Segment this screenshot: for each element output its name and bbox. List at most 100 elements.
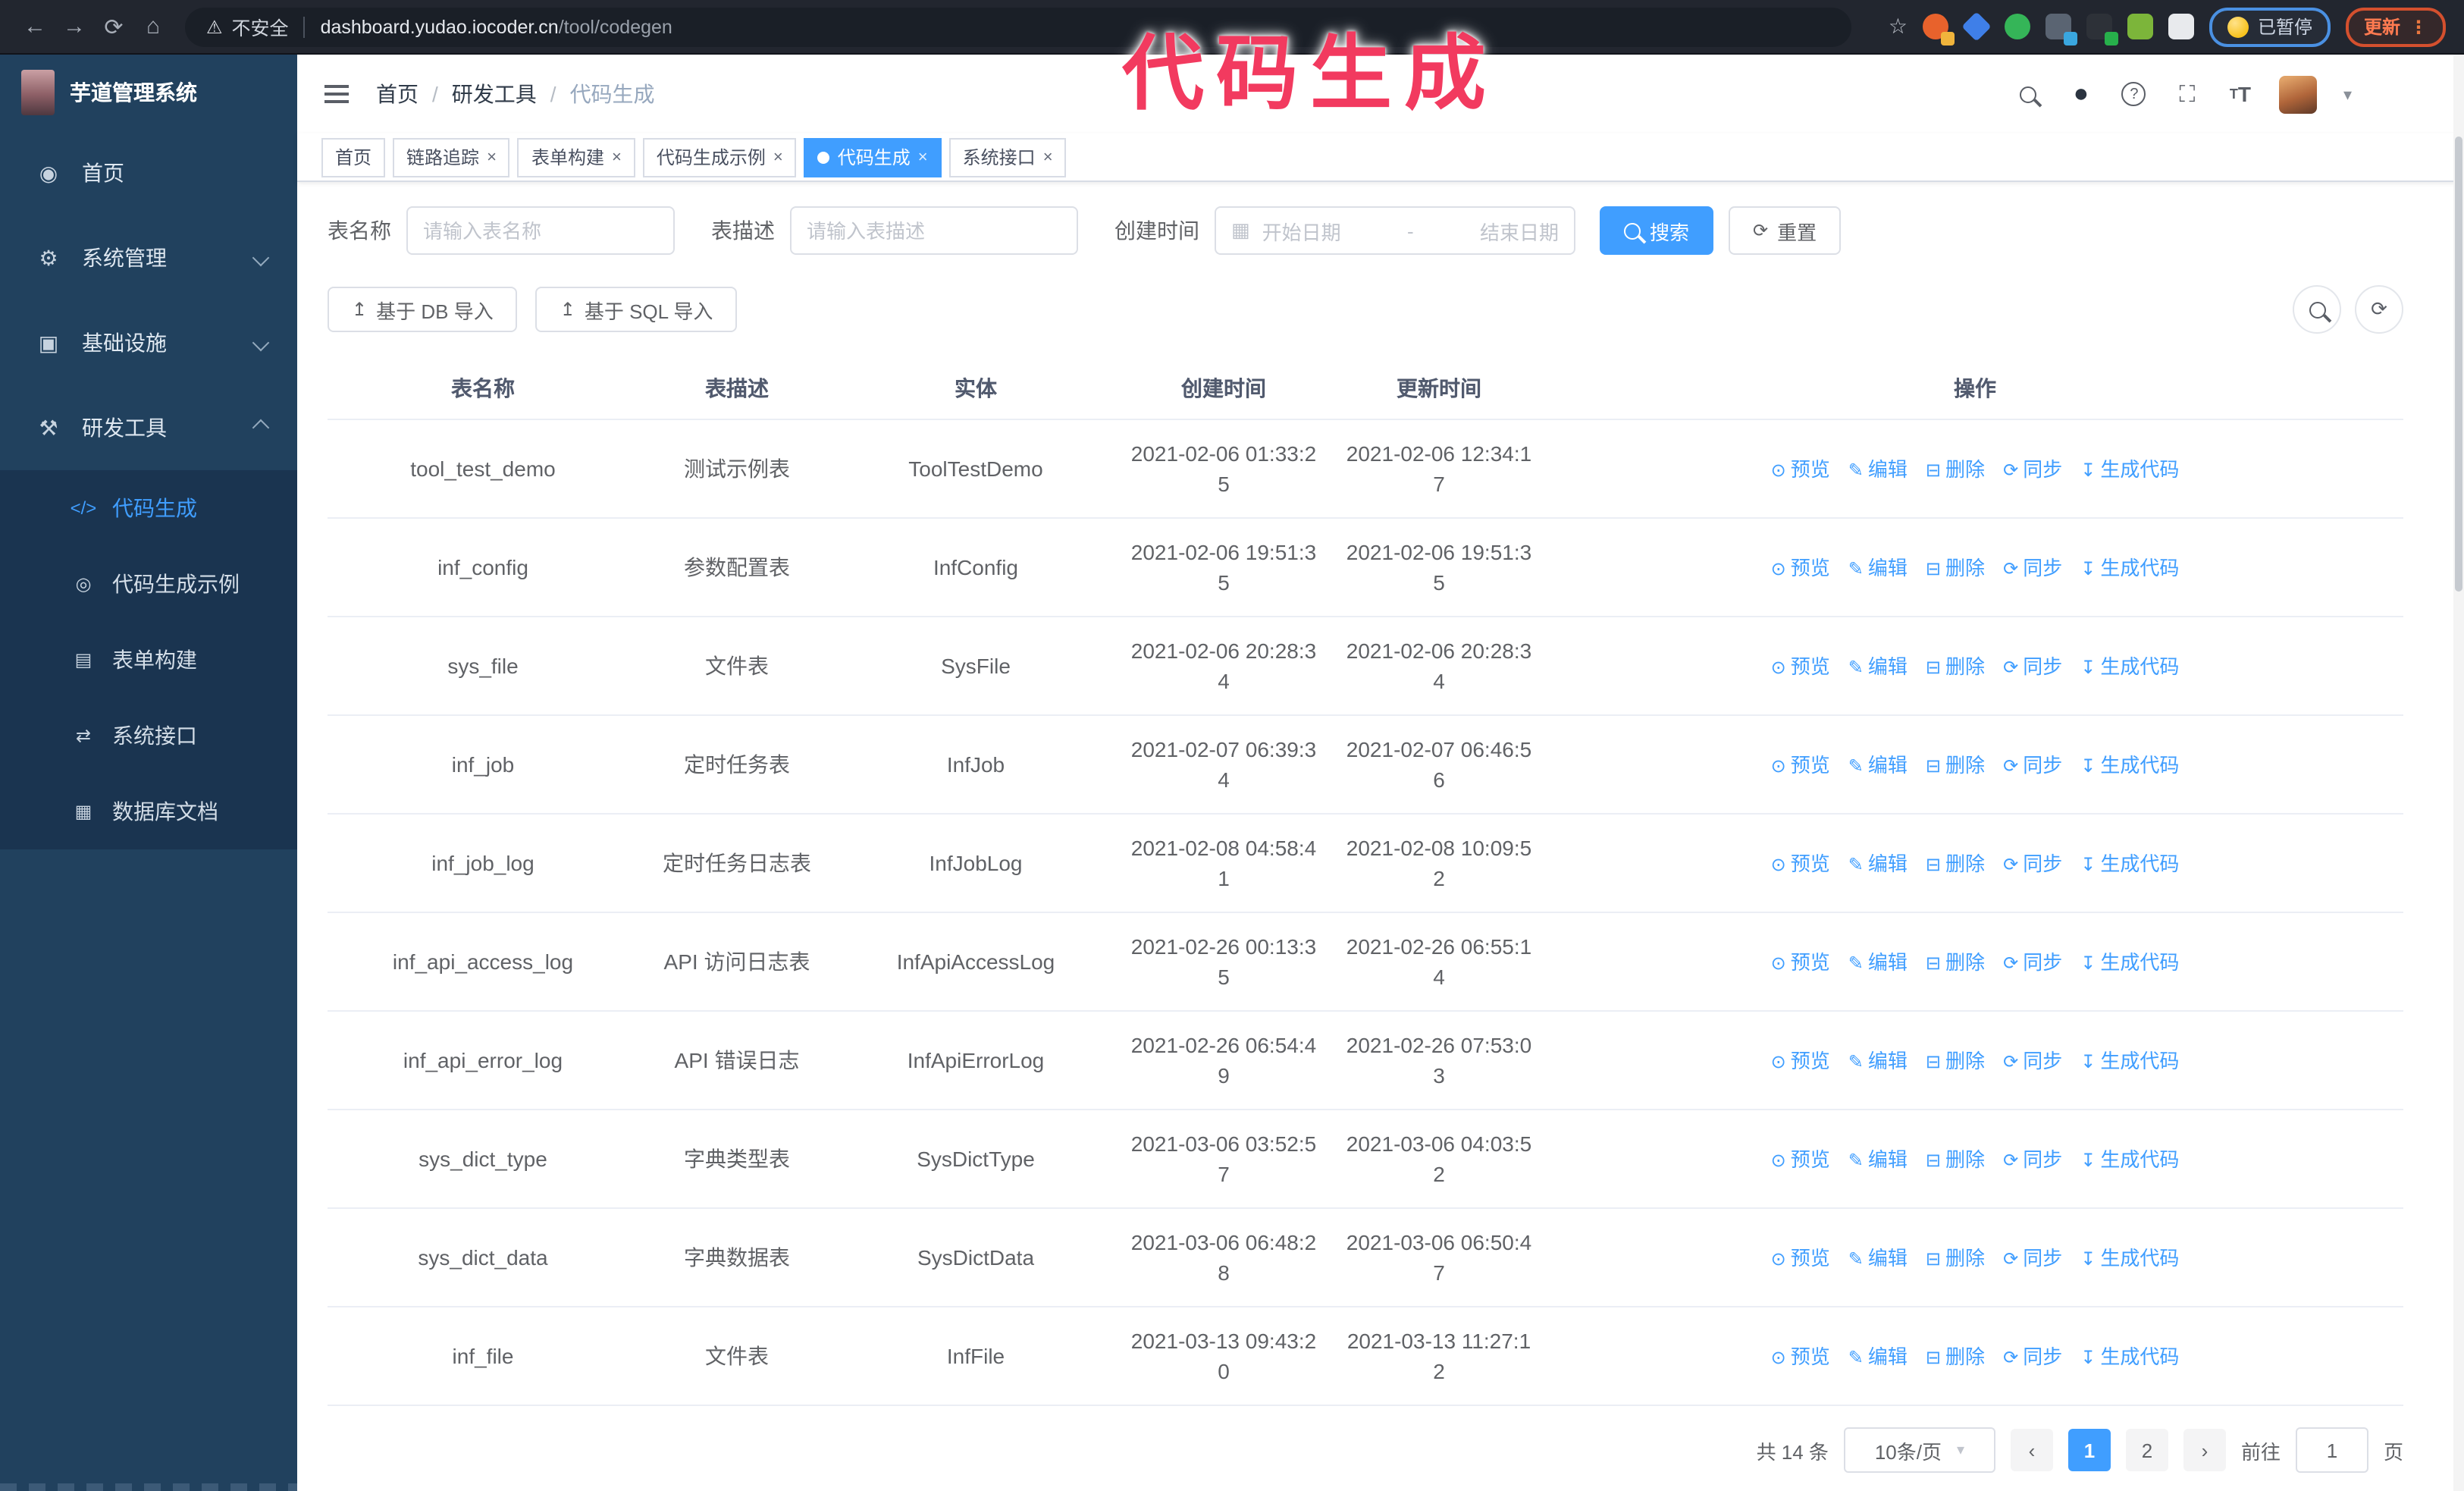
生成代码-action-link[interactable]: ↧ 生成代码 <box>2080 849 2179 879</box>
close-icon[interactable]: × <box>487 148 497 166</box>
sidebar-item-codegen[interactable]: </> 代码生成 <box>0 470 297 546</box>
删除-action-link[interactable]: ⊟ 删除 <box>1926 1144 1985 1175</box>
hamburger-icon[interactable] <box>324 85 349 103</box>
预览-action-link[interactable]: ⊙ 预览 <box>1771 1046 1830 1076</box>
预览-action-link[interactable]: ⊙ 预览 <box>1771 1144 1830 1175</box>
生成代码-action-link[interactable]: ↧ 生成代码 <box>2080 1243 2179 1273</box>
extension-green-key-icon[interactable] <box>2127 14 2153 39</box>
删除-action-link[interactable]: ⊟ 删除 <box>1926 1046 1985 1076</box>
生成代码-action-link[interactable]: ↧ 生成代码 <box>2080 1144 2179 1175</box>
预览-action-link[interactable]: ⊙ 预览 <box>1771 651 1830 682</box>
删除-action-link[interactable]: ⊟ 删除 <box>1926 947 1985 978</box>
search-button[interactable]: 搜索 <box>1600 206 1714 255</box>
horizontal-scrollbar[interactable] <box>0 1483 297 1491</box>
extension-green-check-icon[interactable] <box>2004 14 2030 39</box>
import-db-button[interactable]: ↥ 基于 DB 导入 <box>328 287 518 332</box>
同步-action-link[interactable]: ⟳ 同步 <box>2003 947 2062 978</box>
同步-action-link[interactable]: ⟳ 同步 <box>2003 1243 2062 1273</box>
reset-button[interactable]: ⟳ 重置 <box>1729 206 1842 255</box>
生成代码-action-link[interactable]: ↧ 生成代码 <box>2080 1046 2179 1076</box>
address-bar[interactable]: ⚠ 不安全 dashboard.yudao.iocoder.cn /tool/c… <box>185 7 1852 46</box>
预览-action-link[interactable]: ⊙ 预览 <box>1771 1342 1830 1372</box>
删除-action-link[interactable]: ⊟ 删除 <box>1926 553 1985 583</box>
生成代码-action-link[interactable]: ↧ 生成代码 <box>2080 1342 2179 1372</box>
page-size-select[interactable]: 10条/页 ▾ <box>1843 1427 1995 1473</box>
同步-action-link[interactable]: ⟳ 同步 <box>2003 553 2062 583</box>
search-icon[interactable] <box>2014 80 2042 108</box>
编辑-action-link[interactable]: ✎ 编辑 <box>1848 553 1908 583</box>
编辑-action-link[interactable]: ✎ 编辑 <box>1848 454 1908 485</box>
预览-action-link[interactable]: ⊙ 预览 <box>1771 849 1830 879</box>
同步-action-link[interactable]: ⟳ 同步 <box>2003 750 2062 780</box>
编辑-action-link[interactable]: ✎ 编辑 <box>1848 750 1908 780</box>
paused-badge[interactable]: 已暂停 <box>2209 7 2331 46</box>
编辑-action-link[interactable]: ✎ 编辑 <box>1848 651 1908 682</box>
sidebar-item-form-builder[interactable]: ▤ 表单构建 <box>0 622 297 698</box>
github-icon[interactable]: ● <box>2067 79 2095 108</box>
删除-action-link[interactable]: ⊟ 删除 <box>1926 849 1985 879</box>
table-name-input[interactable] <box>406 206 675 255</box>
font-size-icon[interactable]: TT <box>2227 80 2254 108</box>
预览-action-link[interactable]: ⊙ 预览 <box>1771 750 1830 780</box>
sidebar-item-codegen-example[interactable]: ◎ 代码生成示例 <box>0 546 297 622</box>
user-menu-caret-icon[interactable]: ▾ <box>2343 84 2352 104</box>
同步-action-link[interactable]: ⟳ 同步 <box>2003 1342 2062 1372</box>
sidebar-item-home[interactable]: ◉ 首页 <box>0 130 297 215</box>
refresh-table-button[interactable]: ⟳ <box>2355 285 2403 334</box>
tab-表单构建[interactable]: 表单构建 × <box>517 137 635 177</box>
预览-action-link[interactable]: ⊙ 预览 <box>1771 454 1830 485</box>
close-icon[interactable]: × <box>773 148 783 166</box>
breadcrumb-item[interactable]: 首页 <box>376 79 419 109</box>
update-button[interactable]: 更新 ⋮ <box>2345 7 2446 46</box>
import-sql-button[interactable]: ↥ 基于 SQL 导入 <box>535 287 738 332</box>
预览-action-link[interactable]: ⊙ 预览 <box>1771 1243 1830 1273</box>
编辑-action-link[interactable]: ✎ 编辑 <box>1848 1243 1908 1273</box>
forward-icon[interactable]: → <box>55 14 94 39</box>
删除-action-link[interactable]: ⊟ 删除 <box>1926 750 1985 780</box>
fullscreen-icon[interactable]: ⛶ <box>2174 80 2201 108</box>
extension-grid-icon[interactable] <box>2045 14 2077 46</box>
生成代码-action-link[interactable]: ↧ 生成代码 <box>2080 553 2179 583</box>
page-button-1[interactable]: 1 <box>2067 1429 2111 1471</box>
toggle-search-button[interactable] <box>2293 285 2341 334</box>
app-logo[interactable]: 芋道管理系统 <box>0 55 297 130</box>
home-icon[interactable]: ⌂ <box>133 14 173 39</box>
生成代码-action-link[interactable]: ↧ 生成代码 <box>2080 947 2179 978</box>
prev-page-button[interactable]: ‹ <box>2010 1429 2053 1471</box>
生成代码-action-link[interactable]: ↧ 生成代码 <box>2080 750 2179 780</box>
table-desc-input[interactable] <box>790 206 1078 255</box>
删除-action-link[interactable]: ⊟ 删除 <box>1926 1243 1985 1273</box>
sidebar-item-db-doc[interactable]: ▦ 数据库文档 <box>0 774 297 849</box>
close-icon[interactable]: × <box>918 148 928 166</box>
bookmark-star-icon[interactable]: ☆ <box>1889 14 1908 39</box>
编辑-action-link[interactable]: ✎ 编辑 <box>1848 1046 1908 1076</box>
tab-首页[interactable]: 首页 <box>321 137 386 177</box>
sidebar-item-infra[interactable]: ▣ 基础设施 <box>0 300 297 385</box>
编辑-action-link[interactable]: ✎ 编辑 <box>1848 1342 1908 1372</box>
goto-page-input[interactable] <box>2295 1427 2368 1473</box>
编辑-action-link[interactable]: ✎ 编辑 <box>1848 849 1908 879</box>
同步-action-link[interactable]: ⟳ 同步 <box>2003 849 2062 879</box>
tab-代码生成示例[interactable]: 代码生成示例 × <box>642 137 797 177</box>
extension-orange-c-icon[interactable] <box>1922 14 1955 46</box>
同步-action-link[interactable]: ⟳ 同步 <box>2003 1046 2062 1076</box>
删除-action-link[interactable]: ⊟ 删除 <box>1926 454 1985 485</box>
close-icon[interactable]: × <box>612 148 622 166</box>
同步-action-link[interactable]: ⟳ 同步 <box>2003 1144 2062 1175</box>
extension-blue-gem-icon[interactable] <box>1961 11 1992 42</box>
breadcrumb-item[interactable]: 研发工具 <box>452 79 537 109</box>
page-button-2[interactable]: 2 <box>2125 1429 2168 1471</box>
close-icon[interactable]: × <box>1043 148 1053 166</box>
sidebar-item-devtools[interactable]: ⚒ 研发工具 <box>0 385 297 470</box>
编辑-action-link[interactable]: ✎ 编辑 <box>1848 947 1908 978</box>
同步-action-link[interactable]: ⟳ 同步 <box>2003 651 2062 682</box>
预览-action-link[interactable]: ⊙ 预览 <box>1771 553 1830 583</box>
sidebar-item-system[interactable]: ⚙ 系统管理 <box>0 215 297 300</box>
create-time-range-picker[interactable]: ▦ 开始日期 - 结束日期 <box>1215 206 1575 255</box>
vertical-scrollbar[interactable] <box>2453 55 2464 1491</box>
reload-icon[interactable]: ⟳ <box>94 13 133 40</box>
生成代码-action-link[interactable]: ↧ 生成代码 <box>2080 651 2179 682</box>
生成代码-action-link[interactable]: ↧ 生成代码 <box>2080 454 2179 485</box>
tab-系统接口[interactable]: 系统接口 × <box>948 137 1067 177</box>
预览-action-link[interactable]: ⊙ 预览 <box>1771 947 1830 978</box>
